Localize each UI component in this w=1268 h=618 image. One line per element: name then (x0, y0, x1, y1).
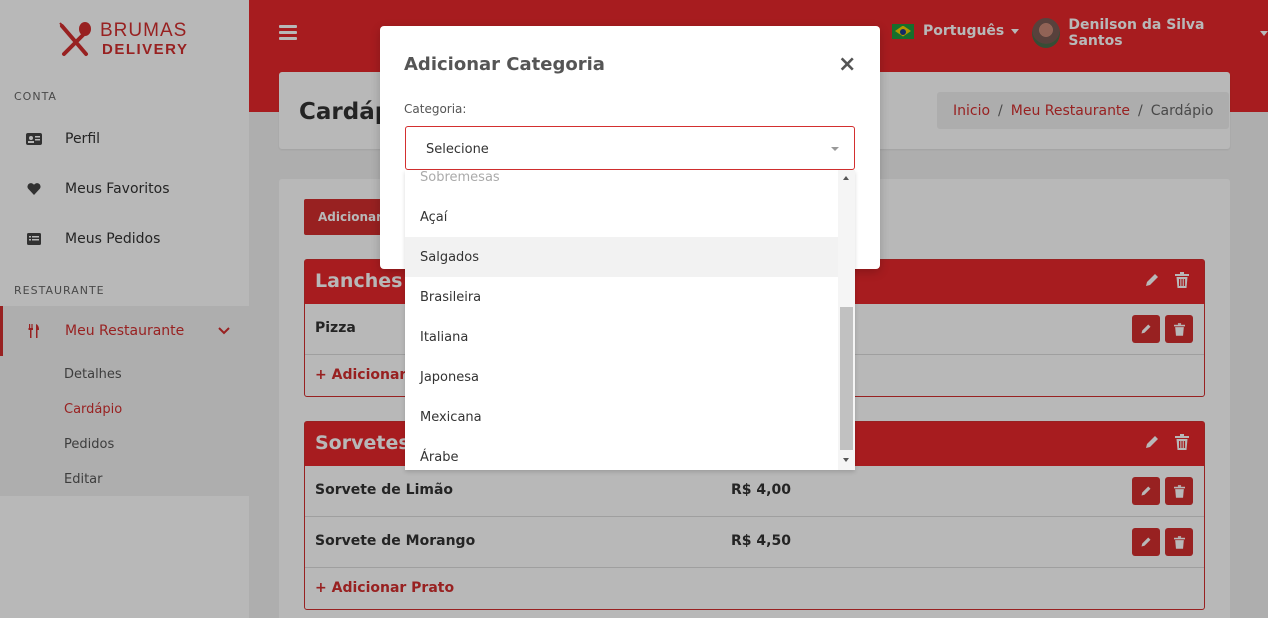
scroll-up-icon[interactable] (843, 176, 849, 180)
scroll-down-icon[interactable] (843, 458, 849, 462)
dropdown-option[interactable]: Brasileira (405, 277, 838, 317)
dropdown-option[interactable]: Mexicana (405, 397, 838, 437)
select-value: Selecione (426, 142, 489, 157)
chevron-down-icon (831, 147, 839, 151)
modal-title: Adicionar Categoria (404, 54, 605, 75)
dropdown-option[interactable]: Italiana (405, 317, 838, 357)
dropdown-scrollbar[interactable] (838, 170, 855, 470)
dropdown-option[interactable]: Sobremesas (405, 170, 838, 197)
dropdown-option[interactable]: Açaí (405, 197, 838, 237)
close-icon[interactable]: × (838, 54, 856, 76)
category-field-label: Categoria: (404, 102, 467, 116)
dropdown-option[interactable]: Salgados (405, 237, 838, 277)
scrollbar-thumb[interactable] (840, 307, 853, 450)
category-dropdown-list: Sobremesas Açaí Salgados Brasileira Ital… (405, 170, 855, 470)
category-select[interactable]: Selecione (405, 126, 855, 170)
dropdown-option[interactable]: Árabe (405, 437, 838, 470)
dropdown-option[interactable]: Japonesa (405, 357, 838, 397)
